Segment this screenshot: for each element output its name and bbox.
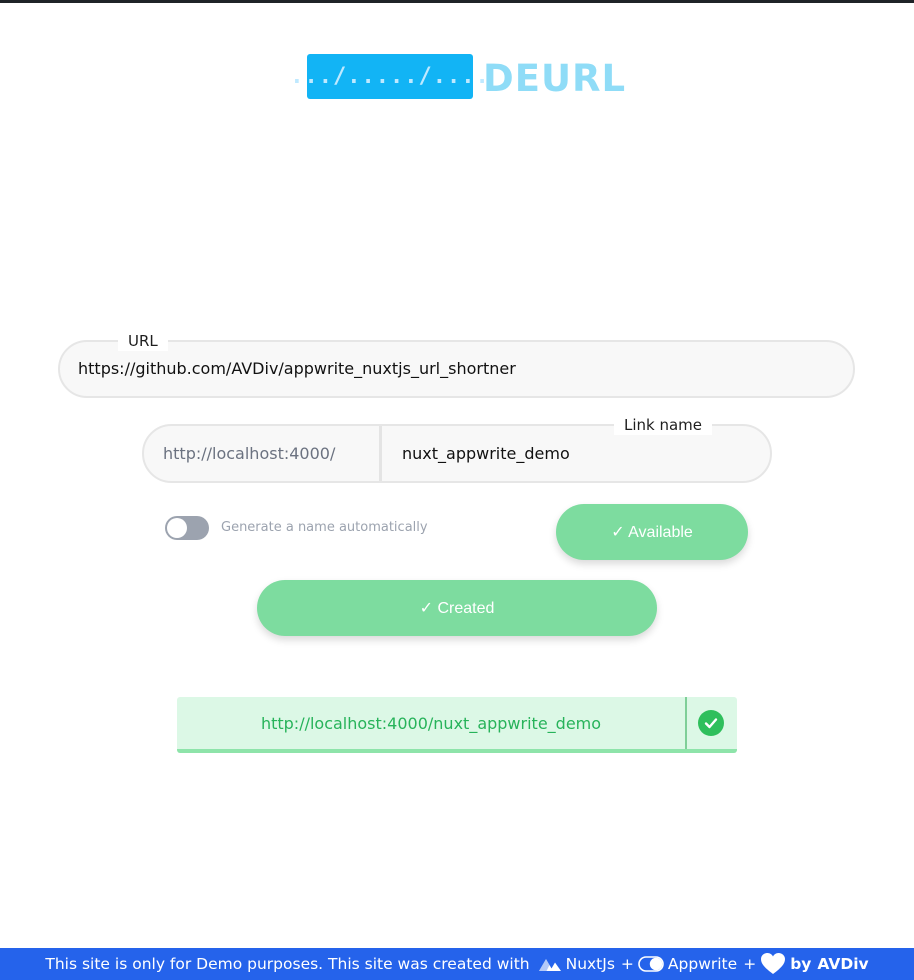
footer-plus: + [620,955,634,973]
appwrite-icon [638,956,664,972]
short-url-result: http://localhost:4000/nuxt_appwrite_demo [177,697,737,753]
base-url-prefix: http://localhost:4000/ [163,444,336,463]
available-button[interactable]: ✓ Available [556,504,748,560]
footer-plus-2: + [743,955,757,973]
logo-name: DEURL [483,57,627,100]
checkmark-icon [704,718,718,729]
author-link[interactable]: AVDiv [817,955,868,973]
logo-mark: .../...../.... [290,54,489,99]
heart-icon [760,952,786,976]
app-logo[interactable]: .../...../.... DEURL [290,54,627,100]
footer-by: by [790,955,812,973]
auto-generate-toggle[interactable] [165,516,209,540]
short-url-link[interactable]: http://localhost:4000/nuxt_appwrite_demo [177,697,685,749]
nuxt-link[interactable]: NuxtJs [566,955,615,973]
top-border [0,0,914,3]
toggle-knob [167,518,187,538]
link-name-label: Link name [614,415,713,435]
created-button[interactable]: ✓ Created [257,580,657,636]
check-circle-icon[interactable] [698,710,724,736]
link-name-divider [379,426,382,481]
url-label: URL [118,331,168,351]
auto-generate-label: Generate a name automatically [221,520,428,535]
appwrite-link[interactable]: Appwrite [668,955,737,973]
url-input-value[interactable]: https://github.com/AVDiv/appwrite_nuxtjs… [78,358,516,380]
footer-bar: This site is only for Demo purposes. Thi… [0,948,914,980]
footer-text: This site is only for Demo purposes. Thi… [45,955,530,973]
nuxt-icon [538,956,562,972]
link-name-input[interactable]: nuxt_appwrite_demo [402,443,570,465]
result-divider [685,697,687,749]
